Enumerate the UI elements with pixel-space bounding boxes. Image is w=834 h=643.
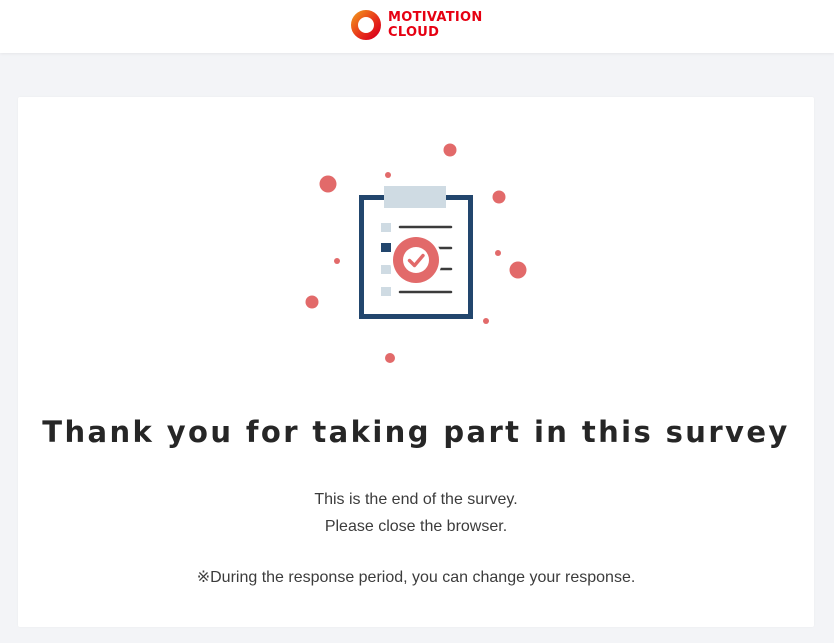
top-header: MOTIVATION CLOUD — [0, 0, 834, 53]
brand-line-2: CLOUD — [388, 25, 440, 40]
clipboard-clip — [384, 186, 446, 208]
checked-bullet — [381, 243, 391, 252]
check-badge-icon — [390, 234, 442, 286]
brand-name: MOTIVATION CLOUD — [388, 10, 483, 40]
end-of-survey-text: This is the end of the survey. — [314, 491, 518, 508]
close-browser-text: Please close the browser. — [324, 518, 508, 535]
completion-card: Thank you for taking part in this survey… — [18, 97, 814, 627]
brand-ring-icon — [351, 10, 381, 40]
brand-line-1: MOTIVATION — [388, 10, 483, 25]
change-response-note: ※During the response period, you can cha… — [196, 569, 636, 586]
motivation-cloud-logo: MOTIVATION CLOUD — [350, 8, 483, 42]
thank-you-title: Thank you for taking part in this survey — [42, 415, 790, 449]
survey-complete-clipboard-icon — [305, 143, 527, 363]
